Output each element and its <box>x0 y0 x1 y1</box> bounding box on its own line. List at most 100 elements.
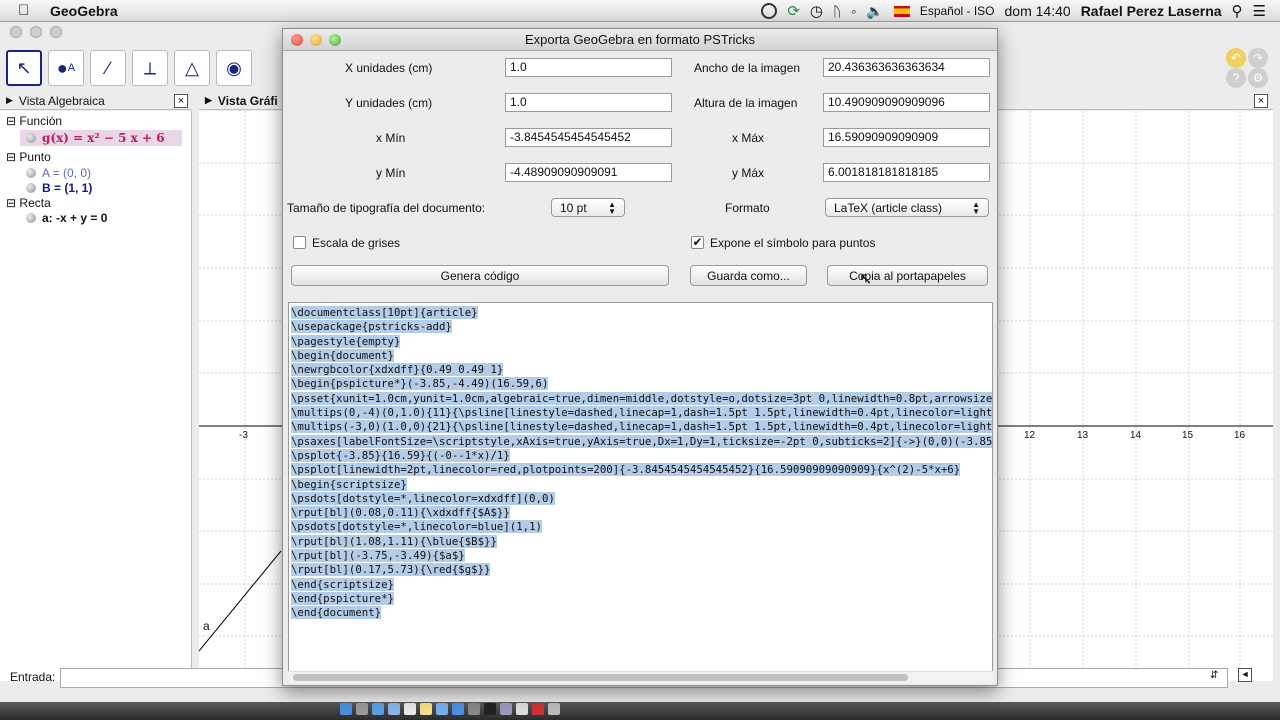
format-select[interactable]: LaTeX (article class) ▲ ▼ <box>825 198 989 217</box>
xmin-field[interactable]: -3.8454545454545452 <box>505 128 672 147</box>
input-options-icon[interactable]: ⇵ <box>1210 670 1218 681</box>
collapse-arrow-icon[interactable]: ▶ <box>205 95 212 106</box>
algebra-view-header: ▶ Vista Algebraica <box>0 92 192 110</box>
copy-clipboard-button[interactable]: Copia al portapapeles <box>827 265 988 286</box>
line-a-label: a: -x + y = 0 <box>42 211 108 225</box>
line-a-graph-label: a <box>203 619 210 633</box>
code-line: \rput[bl](0.17,5.73){\red{$g$}} <box>291 563 491 577</box>
visibility-dot-icon[interactable] <box>26 133 36 143</box>
xmin-label: x Mín <box>376 131 406 145</box>
axis-tick-label: 14 <box>1130 430 1142 441</box>
pdf-icon[interactable] <box>532 703 544 715</box>
calendar-icon[interactable] <box>404 703 416 715</box>
xmax-label: x Máx <box>732 131 765 145</box>
polygon-tool-icon[interactable]: △ <box>174 50 210 86</box>
dialog-zoom-button[interactable] <box>329 34 341 46</box>
visibility-dot-icon[interactable] <box>26 213 36 223</box>
tree-minus-icon[interactable]: ⊟ <box>6 114 16 128</box>
generate-code-button[interactable]: Genera código <box>291 265 669 286</box>
code-line: \end{pspicture*} <box>291 591 394 605</box>
code-line: \end{scriptsize} <box>291 577 394 591</box>
trash-icon[interactable] <box>548 703 560 715</box>
undo-icon[interactable]: ↶ <box>1226 48 1246 68</box>
category-funcion[interactable]: ⊟ Función <box>6 114 62 128</box>
app-menu[interactable]: GeoGebra <box>50 3 118 19</box>
launchpad-icon[interactable] <box>356 703 368 715</box>
input-help-icon[interactable]: ◄ <box>1238 668 1252 682</box>
category-punto[interactable]: ⊟ Punto <box>6 150 51 164</box>
axis-tick-label: -3 <box>239 430 248 441</box>
visibility-dot-icon[interactable] <box>26 183 36 193</box>
redo-icon[interactable]: ↷ <box>1248 48 1268 68</box>
code-line: \documentclass[10pt]{article} <box>291 306 478 319</box>
user-menu[interactable]: Rafael Perez Laserna <box>1081 3 1222 19</box>
preferences-icon[interactable] <box>468 703 480 715</box>
tree-minus-icon[interactable]: ⊟ <box>6 150 16 164</box>
dialog-close-button[interactable] <box>291 34 303 46</box>
point-symbol-checkbox[interactable]: ✔ <box>691 236 704 249</box>
help-icon[interactable]: ? <box>1226 68 1246 88</box>
perpendicular-tool-icon[interactable]: ⟂ <box>132 50 168 86</box>
grayscale-checkbox[interactable] <box>293 236 306 249</box>
algebra-item-g[interactable]: g(x) = x² − 5 x + 6 <box>20 130 182 146</box>
code-line: \rput[bl](1.08,1.11){\blue{$B$}} <box>291 534 497 548</box>
input-source-menu[interactable]: Español - ISO <box>920 4 995 18</box>
notification-list-icon[interactable]: ☰ <box>1253 2 1266 20</box>
code-line: \rput[bl](-3.75,-3.49){$a$} <box>291 549 465 563</box>
settings-gear-icon[interactable]: ⚙ <box>1248 68 1268 88</box>
clock[interactable]: dom 14:40 <box>1005 3 1071 19</box>
ymax-field[interactable]: 6.001818181818185 <box>823 163 990 182</box>
point-tool-icon[interactable]: ● A <box>48 50 84 86</box>
function-g-label: g(x) = x² − 5 x + 6 <box>42 131 165 145</box>
move-tool-icon[interactable]: ↖ <box>6 50 42 86</box>
x-units-label: X unidades (cm) <box>345 61 433 75</box>
itunes-icon[interactable] <box>436 703 448 715</box>
visibility-dot-icon[interactable] <box>26 168 36 178</box>
tree-minus-icon[interactable]: ⊟ <box>6 196 16 210</box>
axis-tick-label: 12 <box>1024 430 1036 441</box>
image-width-field[interactable]: 20.436363636363634 <box>823 58 990 77</box>
algebra-item-a[interactable]: A = (0, 0) <box>26 166 91 180</box>
collapse-arrow-icon[interactable]: ▶ <box>6 95 13 106</box>
sync-icon[interactable]: ⟳ <box>787 2 800 20</box>
record-icon[interactable] <box>761 3 778 19</box>
spotlight-icon[interactable]: ⚲ <box>1232 2 1243 20</box>
volume-icon[interactable]: 🔈 <box>866 3 883 20</box>
terminal-icon[interactable] <box>484 703 496 715</box>
graphics-close-icon[interactable]: × <box>1254 94 1268 108</box>
apple-icon[interactable]:  <box>18 2 40 19</box>
safari-icon[interactable] <box>372 703 384 715</box>
geogebra-dock-icon[interactable] <box>500 703 512 715</box>
algebra-item-b[interactable]: B = (1, 1) <box>26 181 92 195</box>
y-units-field[interactable]: 1.0 <box>505 93 672 112</box>
code-textarea[interactable]: \documentclass[10pt]{article} \usepackag… <box>288 302 993 674</box>
x-units-field[interactable]: 1.0 <box>505 58 672 77</box>
axis-tick-label: 13 <box>1077 430 1089 441</box>
dock-icons <box>340 703 560 719</box>
dialog-minimize-button[interactable] <box>310 34 322 46</box>
wifi-icon[interactable]: ◦ <box>851 3 856 19</box>
appstore-icon[interactable] <box>452 703 464 715</box>
bluetooth-icon[interactable]: ᚢ <box>833 3 841 19</box>
scrollbar-thumb[interactable] <box>293 674 908 681</box>
finder-icon[interactable] <box>340 703 352 715</box>
time-machine-icon[interactable]: ◷ <box>810 2 823 20</box>
horizontal-scrollbar[interactable] <box>288 671 993 683</box>
circle-tool-icon[interactable]: ◉ <box>216 50 252 86</box>
window-close-button[interactable] <box>10 26 22 38</box>
xmax-field[interactable]: 16.59090909090909 <box>823 128 990 147</box>
window-zoom-button[interactable] <box>50 26 62 38</box>
window-minimize-button[interactable] <box>30 26 42 38</box>
font-size-select[interactable]: 10 pt ▲ ▼ <box>551 198 625 217</box>
ymin-field[interactable]: -4.48909090909091 <box>505 163 672 182</box>
latex-icon[interactable] <box>516 703 528 715</box>
mail-icon[interactable] <box>388 703 400 715</box>
save-as-button[interactable]: Guarda como... <box>690 265 807 286</box>
algebra-close-icon[interactable]: × <box>174 94 188 108</box>
mouse-cursor-icon: ↖ <box>859 271 873 288</box>
algebra-item-line-a[interactable]: a: -x + y = 0 <box>26 211 107 225</box>
category-recta[interactable]: ⊟ Recta <box>6 196 51 210</box>
image-height-field[interactable]: 10.490909090909096 <box>823 93 990 112</box>
line-tool-icon[interactable]: ∕ <box>90 50 126 86</box>
notes-icon[interactable] <box>420 703 432 715</box>
